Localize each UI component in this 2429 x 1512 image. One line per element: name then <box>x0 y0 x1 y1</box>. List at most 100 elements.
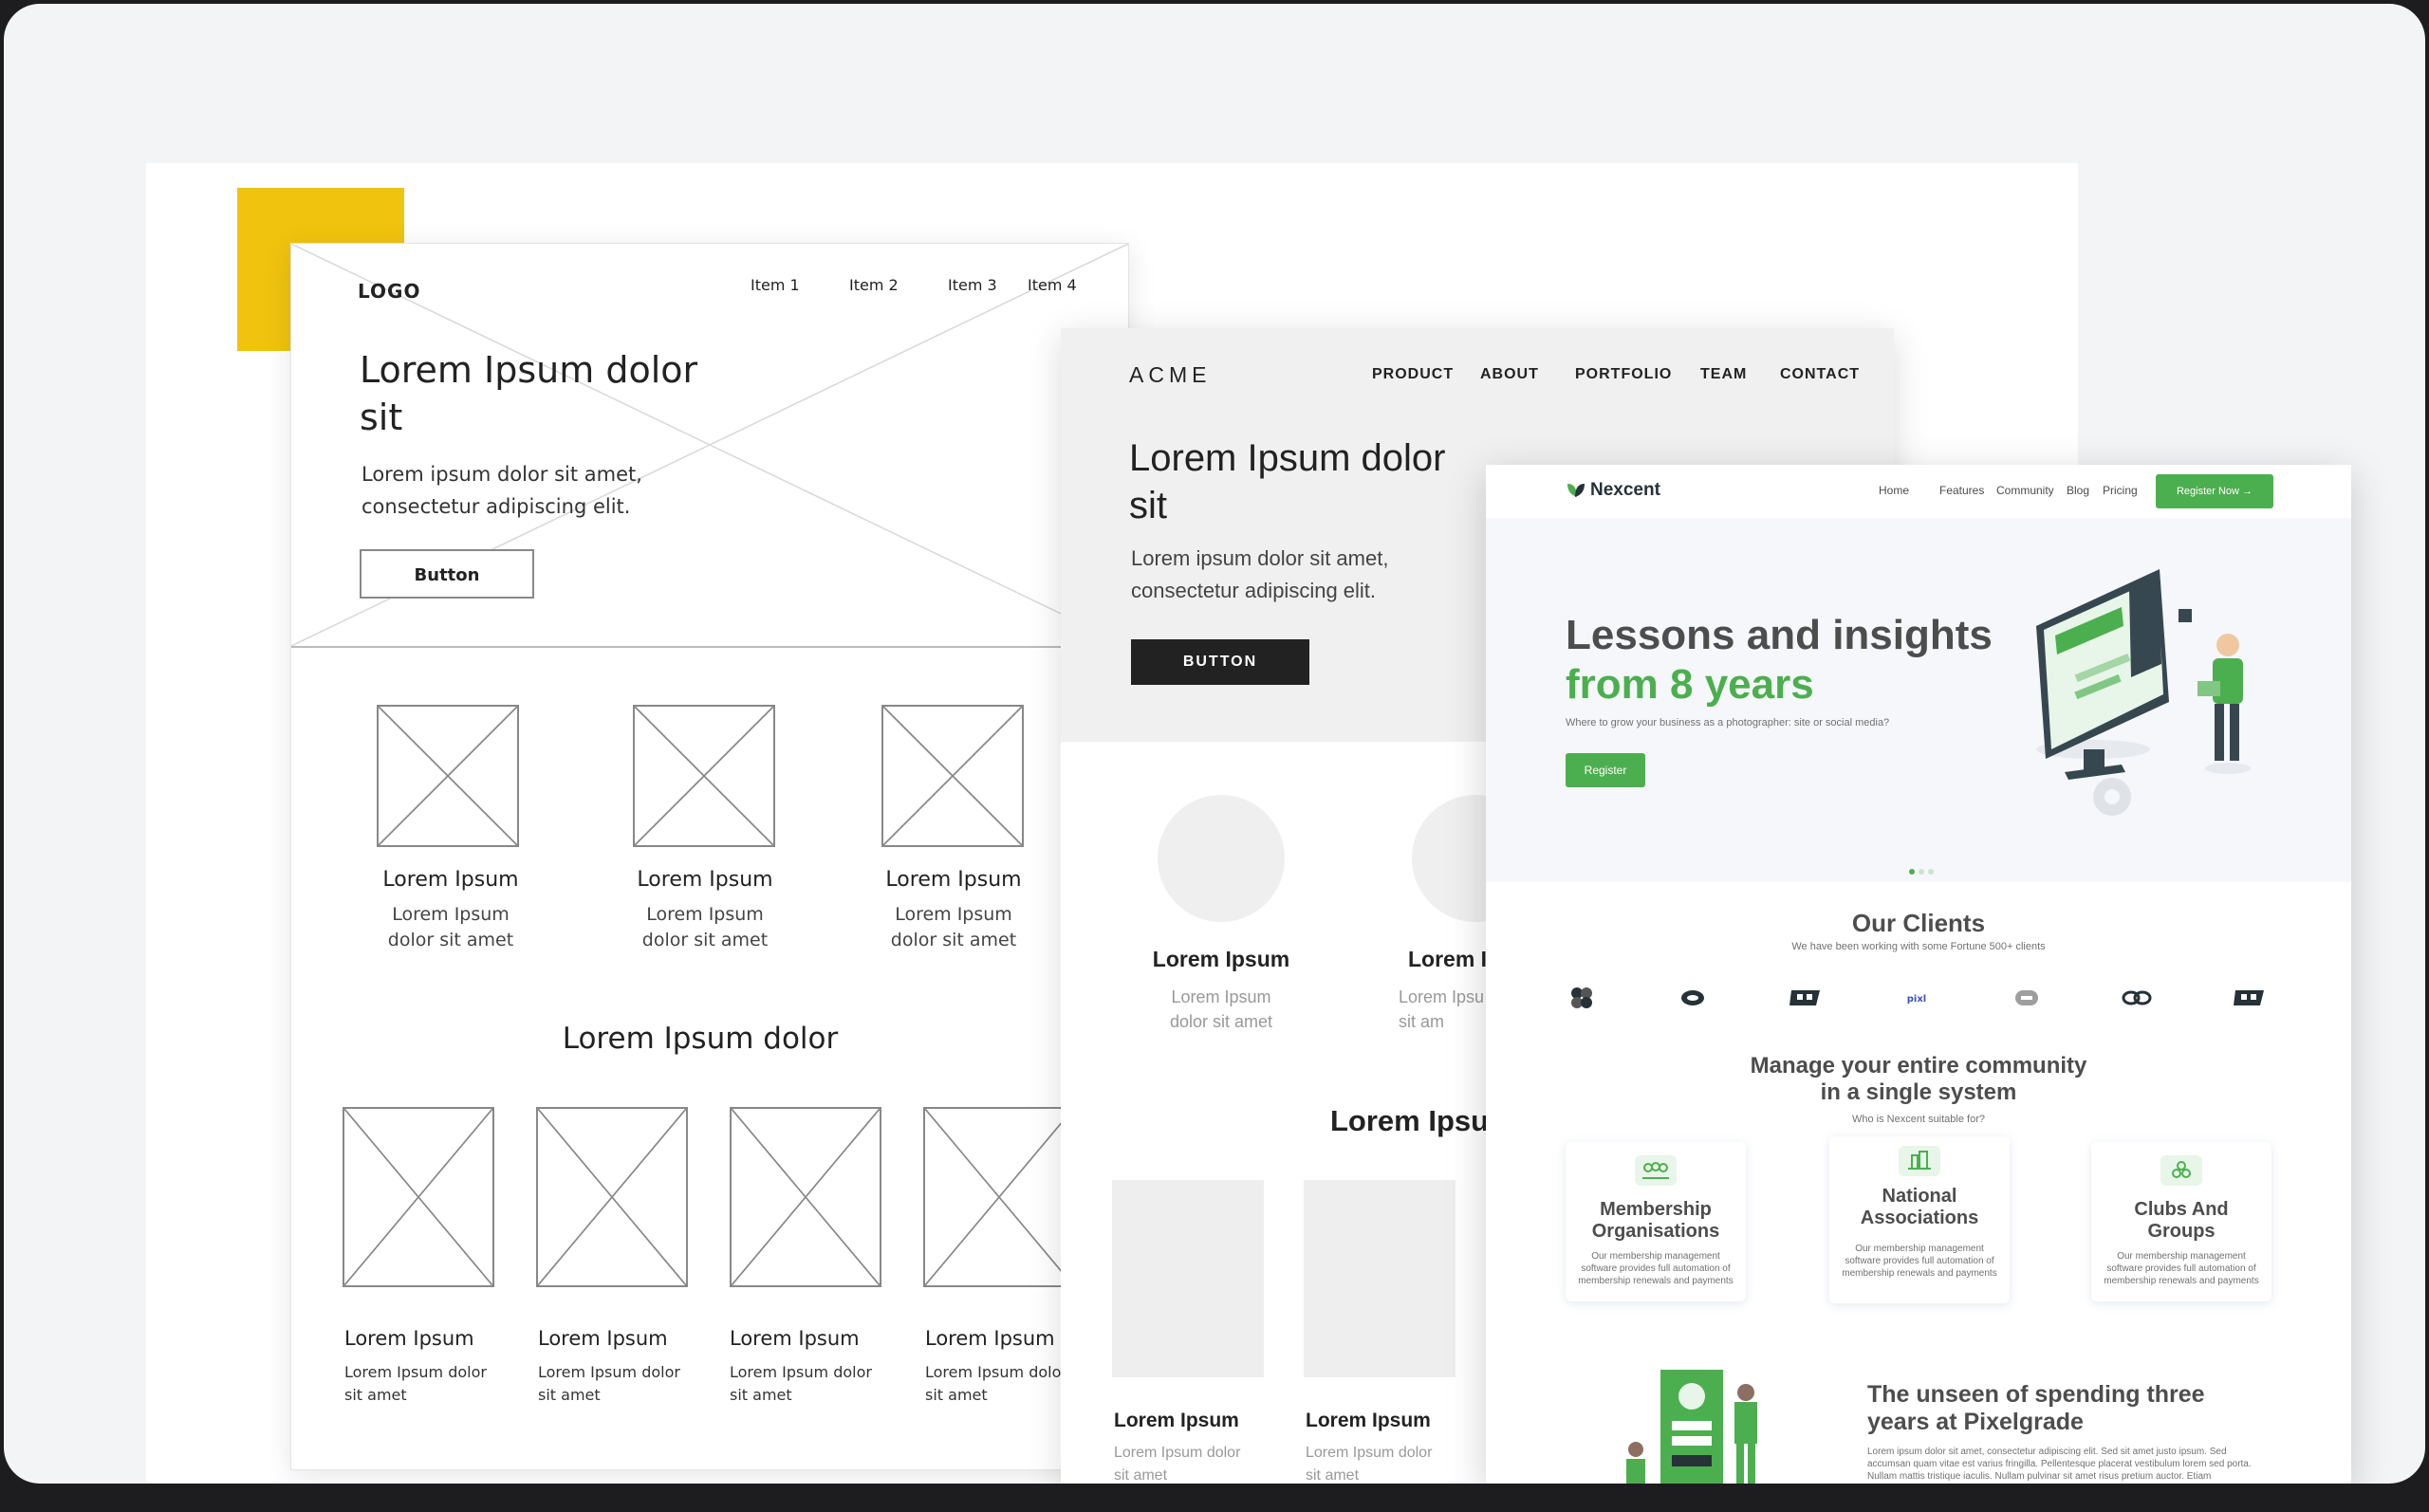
nexcent-nav-community[interactable]: Community <box>1996 484 2054 497</box>
wire-nav-item-3[interactable]: Item 3 <box>948 276 997 294</box>
acme-card-title-2: Lorem Ipsum <box>1306 1410 1431 1431</box>
nexcent-hero-title: Lessons and insights from 8 years <box>1566 611 2040 710</box>
hero-register-button[interactable]: Register <box>1566 753 1645 787</box>
carousel-dot-2[interactable] <box>1919 869 1924 875</box>
client-logo-2-icon <box>1681 990 1704 1005</box>
acme-nav-about[interactable]: ABOUT <box>1480 366 1539 383</box>
acme-logo[interactable]: ACME <box>1129 362 1211 388</box>
team-illustration <box>1626 1370 1757 1484</box>
wire-card-title-1: Lorem Ipsum <box>344 1327 474 1350</box>
wire-logo[interactable]: LOGO <box>358 280 420 303</box>
computer-illustration <box>2036 569 2251 816</box>
building-icon <box>1899 1146 1940 1176</box>
clubs-groups-card[interactable]: Clubs And Groups Our membership manageme… <box>2091 1142 2271 1301</box>
wire-nav-item-1[interactable]: Item 1 <box>751 276 800 294</box>
acme-feature-image-1 <box>1158 795 1285 922</box>
card-title: National Associations <box>1860 1186 1979 1228</box>
unseen-text: Lorem ipsum dolor sit amet, consectetur … <box>1867 1447 2252 1482</box>
wire-card-title-4: Lorem Ipsum <box>925 1327 1055 1350</box>
wire-card-image-3 <box>730 1107 881 1287</box>
wire-feature-image-2 <box>633 705 775 847</box>
wire-feature-text-3: Lorem Ipsum dolor sit amet <box>890 904 1017 950</box>
wire-hero-text: Lorem ipsum dolor sit amet, consectetur … <box>362 463 642 518</box>
card-text: Our membership management software provi… <box>2104 1251 2259 1286</box>
acme-card-image-2 <box>1304 1180 1456 1377</box>
wire-hero-button[interactable]: Button <box>360 549 534 599</box>
wire-card-text-1: Lorem Ipsum dolor sit amet <box>344 1363 487 1404</box>
wire-divider <box>291 646 1128 648</box>
wire-card-image-2 <box>536 1107 688 1287</box>
acme-section-title: Lorem Ipsu <box>1330 1104 1490 1137</box>
clients-subtitle: We have been working with some Fortune 5… <box>1791 941 2046 952</box>
wire-feature-text-2: Lorem Ipsum dolor sit amet <box>641 904 769 950</box>
community-title-line-1: Manage your entire community <box>1750 1053 2087 1079</box>
unseen-title: The unseen of spending three years at Pi… <box>1867 1381 2205 1435</box>
acme-nav-portfolio[interactable]: PORTFOLIO <box>1575 366 1672 383</box>
wire-section-title: Lorem Ipsum dolor <box>562 1022 839 1056</box>
carousel-dot-3[interactable] <box>1928 869 1934 875</box>
nexcent-nav-features[interactable]: Features <box>1939 484 1984 497</box>
client-logo-1-icon <box>1571 987 1592 1008</box>
acme-card-text-2: Lorem Ipsum dolor sit amet <box>1306 1445 1433 1484</box>
card-text: Our membership management software provi… <box>1842 1244 1997 1279</box>
register-now-button[interactable]: Register Now → <box>2156 474 2273 508</box>
community-subtitle: Who is Nexcent suitable for? <box>1851 1114 1985 1125</box>
nexcent-nav-blog[interactable]: Blog <box>2067 484 2089 497</box>
client-logo-3-icon <box>1789 990 1820 1005</box>
nexcent-mockup: Nexcent Home Features Community Blog Pri… <box>1486 465 2351 1484</box>
clients-title: Our Clients <box>1851 909 1986 937</box>
membership-card[interactable]: Membership Organisations Our membership … <box>1566 1142 1746 1301</box>
hero-title-line-1: Lessons and insights <box>1566 612 1993 658</box>
wire-feature-image-1 <box>377 705 519 847</box>
national-associations-card[interactable]: National Associations Our membership man… <box>1829 1136 2010 1303</box>
wire-hero-title: Lorem Ipsum dolor sit <box>360 349 698 438</box>
nexcent-logo[interactable]: Nexcent <box>1590 480 1660 501</box>
acme-nav-team[interactable]: TEAM <box>1700 366 1747 383</box>
client-logo-4-icon: pixl <box>1907 994 1926 1005</box>
nexcent-nav-pricing[interactable]: Pricing <box>2103 484 2138 497</box>
wire-card-text-2: Lorem Ipsum dolor sit amet <box>538 1363 680 1404</box>
acme-card-image-1 <box>1112 1180 1264 1377</box>
card-text: Our membership management software provi… <box>1578 1251 1734 1286</box>
svg-text:pixl: pixl <box>1907 994 1926 1005</box>
acme-feature-text-2: Lorem Ipsu sit am <box>1399 987 1485 1031</box>
nexcent-nav-home[interactable]: Home <box>1879 484 1909 497</box>
carousel-dot-1[interactable] <box>1909 869 1915 875</box>
acme-card-title-1: Lorem Ipsum <box>1114 1410 1239 1431</box>
acme-card-text-1: Lorem Ipsum dolor sit amet <box>1114 1445 1241 1484</box>
wire-card-title-2: Lorem Ipsum <box>538 1327 668 1350</box>
card-title: Membership Organisations <box>1591 1199 1720 1242</box>
wire-feature-text-1: Lorem Ipsum dolor sit amet <box>387 904 514 950</box>
community-title: Manage your entire community in a single… <box>1486 1053 2351 1106</box>
acme-feature-text-1: Lorem Ipsum dolor sit amet <box>1169 987 1273 1031</box>
wire-feature-title-3: Lorem Ipsum <box>885 868 1022 892</box>
client-logo-5-icon <box>2015 990 2038 1005</box>
hero-title-line-2: from 8 years <box>1566 661 1814 708</box>
acme-hero-button[interactable]: BUTTON <box>1131 639 1309 685</box>
nexcent-leaf-icon <box>1567 484 1585 497</box>
client-logo-7-icon <box>2234 990 2264 1005</box>
client-logo-6-icon <box>2122 990 2152 1005</box>
wire-card-title-3: Lorem Ipsum <box>730 1327 860 1350</box>
acme-feature-title-2: Lorem I <box>1408 947 1488 971</box>
wire-feature-title-1: Lorem Ipsum <box>382 868 519 892</box>
wire-feature-image-3 <box>881 705 1024 847</box>
wire-card-text-3: Lorem Ipsum dolor sit amet <box>730 1363 872 1404</box>
wire-card-image-1 <box>343 1107 494 1287</box>
wire-nav-item-2[interactable]: Item 2 <box>849 276 899 294</box>
acme-nav-product[interactable]: PRODUCT <box>1372 366 1454 383</box>
hand-icon <box>2160 1155 2202 1186</box>
wireframe-mockup: LOGO Item 1 Item 2 Item 3 Item 4 Lorem I… <box>290 243 1129 1470</box>
screenshot-frame: LOGO Item 1 Item 2 Item 3 Item 4 Lorem I… <box>4 4 2425 1484</box>
acme-nav-contact[interactable]: CONTACT <box>1780 366 1860 383</box>
acme-feature-title-1: Lorem Ipsum <box>1152 947 1290 971</box>
wire-nav-item-4[interactable]: Item 4 <box>1028 276 1077 294</box>
wire-card-image-4 <box>923 1107 1075 1287</box>
nexcent-hero-subtitle: Where to grow your business as a photogr… <box>1566 717 1890 728</box>
acme-hero-text: Lorem ipsum dolor sit amet, consectetur … <box>1131 546 1389 602</box>
wire-feature-title-2: Lorem Ipsum <box>637 868 773 892</box>
community-title-line-2: in a single system <box>1820 1079 2017 1105</box>
people-icon <box>1635 1155 1677 1186</box>
acme-hero-title: Lorem Ipsum dolor sit <box>1129 437 1446 526</box>
wire-card-text-4: Lorem Ipsum dolor sit amet <box>925 1363 1067 1404</box>
